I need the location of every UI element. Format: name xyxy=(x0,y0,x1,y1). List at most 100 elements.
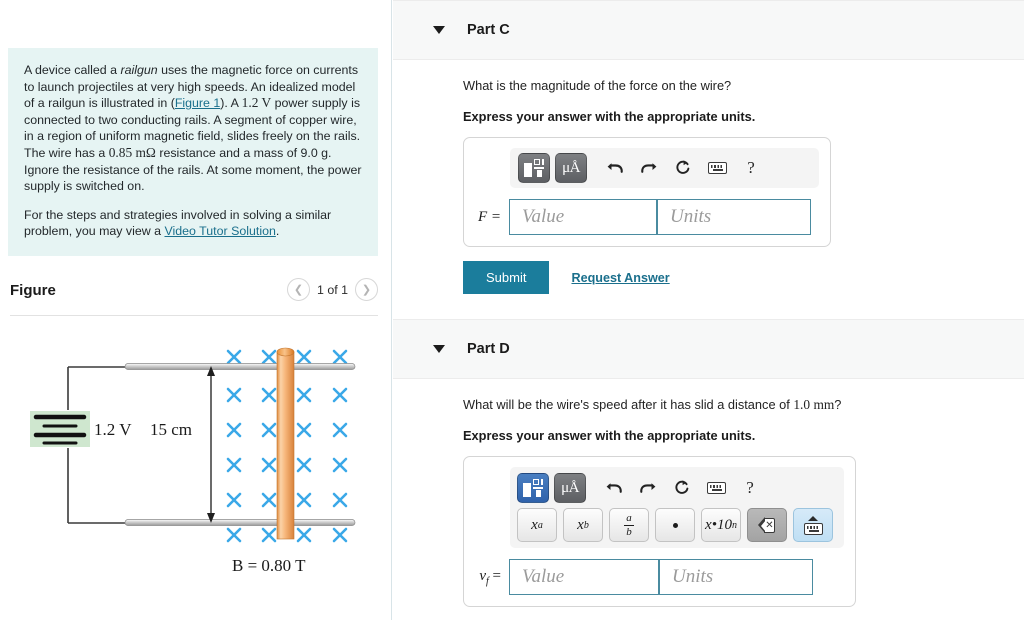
dot-icon xyxy=(672,522,678,528)
part-d-header[interactable]: Part D xyxy=(393,319,1024,379)
problem-paragraph-2: For the steps and strategies involved in… xyxy=(24,207,362,240)
tutor-text-b: . xyxy=(275,224,280,239)
fraction-denominator: b xyxy=(626,525,632,538)
redo-arrow-icon[interactable] xyxy=(632,154,666,182)
template-tiles-icon[interactable] xyxy=(518,153,550,183)
keyboard-icon[interactable] xyxy=(699,474,733,502)
scientific-notation-button[interactable]: x•10 n xyxy=(701,508,741,542)
part-d-question: What will be the wire's speed after it h… xyxy=(463,397,1024,413)
subscript-button[interactable]: xb xyxy=(563,508,603,542)
figure-header: Figure ❮ 1 of 1 ❯ xyxy=(10,278,378,314)
chevron-left-icon[interactable]: ❮ xyxy=(286,278,310,301)
part-c-answer-box: μÅ ? F = Value Units xyxy=(463,137,831,247)
redo-arrow-icon[interactable] xyxy=(631,474,665,502)
figure-1-link[interactable]: Figure 1 xyxy=(175,96,220,110)
part-d-toolbar-row-2: xa xb a b x•10 n ✕ xyxy=(517,508,837,542)
request-answer-link[interactable]: Request Answer xyxy=(571,271,669,285)
rail-top xyxy=(124,363,356,370)
problem-text-a: A device called a xyxy=(24,63,121,77)
units-mu-angstrom-button[interactable]: μÅ xyxy=(555,153,587,183)
rail-bottom xyxy=(124,519,356,526)
help-button[interactable]: ? xyxy=(733,474,767,502)
part-c-instruction: Express your answer with the appropriate… xyxy=(463,109,756,124)
figure-counter: 1 of 1 xyxy=(316,282,348,297)
part-d-toolbar-row-1: μÅ ? xyxy=(517,473,837,503)
part-c-input-row: F = Value Units xyxy=(475,199,819,235)
assignment-page: A device called a railgun uses the magne… xyxy=(0,0,1024,620)
fraction-numerator: a xyxy=(624,511,634,526)
figure-navigation: ❮ 1 of 1 ❯ xyxy=(286,278,378,301)
help-label: ? xyxy=(747,158,755,177)
caret-down-icon[interactable] xyxy=(433,26,445,34)
superscript-base: x xyxy=(531,516,538,533)
magnetic-field-label: B = 0.80 T xyxy=(232,556,306,575)
superscript-button[interactable]: xa xyxy=(517,508,557,542)
keyboard-up-icon[interactable] xyxy=(793,508,833,542)
part-d-math-toolbar: μÅ ? x a x b a b x•10 n ✕ xyxy=(510,467,844,548)
right-parts-panel: Part C What is the magnitude of the forc… xyxy=(393,0,1024,620)
part-d-equals: = xyxy=(492,567,501,584)
length-dimension xyxy=(207,366,215,523)
units-button-label: μÅ xyxy=(562,159,580,176)
problem-paragraph-1: A device called a railgun uses the magne… xyxy=(24,62,362,195)
part-d-body: What will be the wire's speed after it h… xyxy=(393,379,1024,607)
part-c-question: What is the magnitude of the force on th… xyxy=(463,78,732,93)
copper-wire-rod xyxy=(276,351,295,540)
template-tiles-icon[interactable] xyxy=(517,473,549,503)
part-c-value-input[interactable]: Value xyxy=(509,199,657,235)
length-label: 15 cm xyxy=(150,420,192,439)
part-d-distance-value: 1.0 mm xyxy=(793,397,835,412)
problem-text-c: ). A xyxy=(220,96,242,111)
sci-notation-base: x•10 xyxy=(705,516,732,533)
railgun-diagram-svg: 1.2 V 15 cm B = 0.80 T xyxy=(30,347,356,575)
keyboard-icon[interactable] xyxy=(700,154,734,182)
part-c-header[interactable]: Part C xyxy=(393,0,1024,60)
part-d-question-mark: ? xyxy=(834,397,842,412)
help-button[interactable]: ? xyxy=(734,154,768,182)
railgun-figure: 1.2 V 15 cm B = 0.80 T xyxy=(10,325,382,605)
sci-notation-exponent: n xyxy=(731,519,737,531)
fraction-button[interactable]: a b xyxy=(609,508,649,542)
part-c-variable-label: F = xyxy=(477,208,501,225)
part-c-actions: Submit Request Answer xyxy=(463,261,1024,294)
part-d-input-row: vf = Value Units xyxy=(475,559,844,595)
multiply-dot-button[interactable] xyxy=(655,508,695,542)
backspace-icon[interactable]: ✕ xyxy=(747,508,787,542)
part-d-instruction: Express your answer with the appropriate… xyxy=(463,428,756,443)
part-d-value-input[interactable]: Value xyxy=(509,559,659,595)
part-c-math-toolbar: μÅ ? xyxy=(510,148,819,188)
units-mu-angstrom-button[interactable]: μÅ xyxy=(554,473,586,503)
problem-statement-box: A device called a railgun uses the magne… xyxy=(8,48,378,256)
resistance-value: 0.85 mΩ xyxy=(108,144,156,160)
reset-circle-icon[interactable] xyxy=(665,474,699,502)
caret-down-icon[interactable] xyxy=(433,345,445,353)
part-c-title: Part C xyxy=(467,22,510,38)
submit-button[interactable]: Submit xyxy=(463,261,550,294)
copper-rod-cap xyxy=(276,347,295,357)
subscript-index: b xyxy=(583,519,589,531)
part-d-units-input[interactable]: Units xyxy=(659,559,813,595)
part-d-variable-label: vf = xyxy=(475,568,509,587)
undo-arrow-icon[interactable] xyxy=(597,474,631,502)
subscript-base: x xyxy=(577,516,584,533)
superscript-exponent: a xyxy=(537,519,543,531)
left-problem-panel: A device called a railgun uses the magne… xyxy=(0,0,392,620)
help-label: ? xyxy=(746,478,754,497)
voltage-value: 1.2 V xyxy=(241,95,272,111)
reset-circle-icon[interactable] xyxy=(666,154,700,182)
undo-arrow-icon[interactable] xyxy=(598,154,632,182)
railgun-term: railgun xyxy=(120,63,158,77)
figure-divider xyxy=(10,315,378,316)
video-tutor-solution-link[interactable]: Video Tutor Solution xyxy=(164,224,275,238)
figure-title: Figure xyxy=(10,282,56,299)
battery-voltage-label: 1.2 V xyxy=(94,420,132,439)
part-d-var-sub: f xyxy=(486,575,489,587)
units-button-label: μÅ xyxy=(561,479,579,496)
part-c-units-input[interactable]: Units xyxy=(657,199,811,235)
part-d-var-base: v xyxy=(479,567,486,584)
part-d-answer-box: μÅ ? x a x b a b x•10 n ✕ vf = Value Uni… xyxy=(463,456,856,607)
part-d-title: Part D xyxy=(467,341,510,357)
part-c-body: What is the magnitude of the force on th… xyxy=(393,60,1024,294)
part-d-question-text: What will be the wire's speed after it h… xyxy=(463,397,794,412)
chevron-right-icon[interactable]: ❯ xyxy=(355,278,378,301)
